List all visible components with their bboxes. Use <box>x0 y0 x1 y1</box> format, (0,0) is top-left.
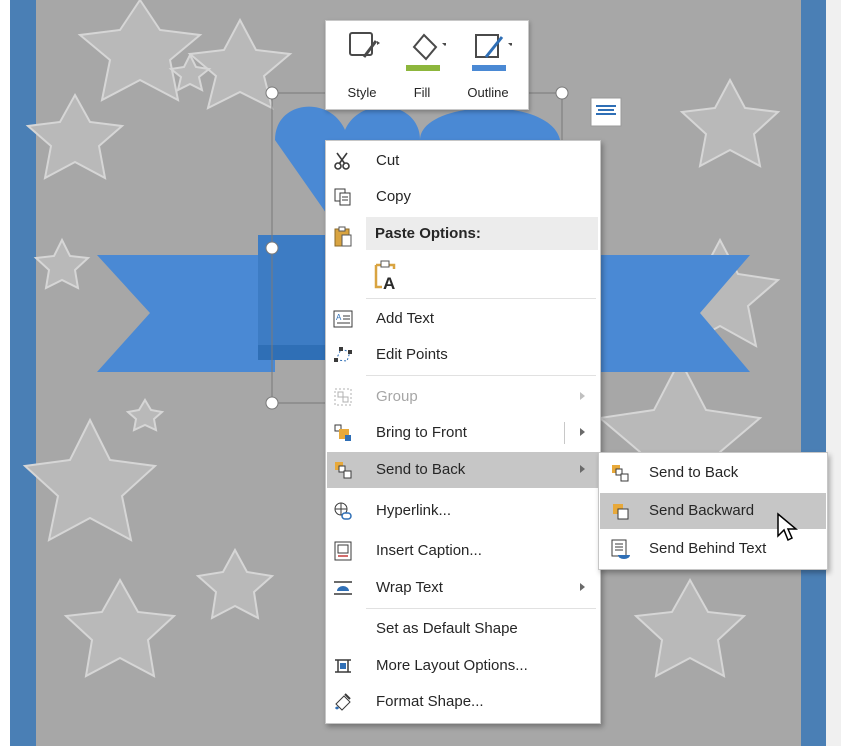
menu-item-bring-to-front[interactable]: Bring to Front <box>327 415 599 451</box>
document-canvas: Style Fill Outline Cut Copy Paste Option… <box>0 0 841 746</box>
mini-toolbar: Style Fill Outline <box>325 20 529 110</box>
send-behind-text-icon <box>611 539 630 559</box>
menu-item-set-default-shape[interactable]: Set as Default Shape <box>327 611 599 647</box>
layout-options-button <box>590 97 622 127</box>
selection-handle-bl <box>265 396 279 410</box>
menu-item-group[interactable]: Group <box>327 379 599 415</box>
menu-separator <box>366 375 596 376</box>
fill-label: Fill <box>413 85 431 100</box>
submenu-arrow-icon <box>580 392 585 400</box>
style-label: Style <box>347 85 377 100</box>
context-menu: Cut Copy Paste Options: A A Add Text Edi… <box>325 140 601 724</box>
fill-bucket-icon <box>406 33 446 71</box>
outline-label: Outline <box>467 85 509 100</box>
mouse-pointer-icon <box>777 512 798 542</box>
submenu-arrow-icon <box>580 428 585 436</box>
send-backward-label: Send Backward <box>649 502 755 519</box>
hyperlink-label: Hyperlink... <box>376 502 452 519</box>
paste-keep-text-only-button[interactable]: A <box>327 253 599 297</box>
shape-style-icon <box>349 32 380 58</box>
format-shape-icon <box>335 693 351 711</box>
split-divider <box>564 422 565 444</box>
layout-options-icon <box>335 659 351 673</box>
wrap-text-label: Wrap Text <box>376 579 443 596</box>
more-layout-options-label: More Layout Options... <box>376 657 528 674</box>
menu-item-cut[interactable]: Cut <box>327 143 599 179</box>
paste-options-header: Paste Options: <box>366 217 598 250</box>
ribbon-fold-shadow <box>258 345 328 360</box>
menu-separator <box>366 608 596 609</box>
caption-icon <box>334 541 352 561</box>
svg-text:A: A <box>383 274 395 291</box>
bring-to-front-label: Bring to Front <box>376 424 467 441</box>
format-shape-label: Format Shape... <box>376 693 484 710</box>
copy-label: Copy <box>376 188 412 205</box>
insert-caption-label: Insert Caption... <box>376 542 482 559</box>
submenu-send-to-back-label: Send to Back <box>649 464 739 481</box>
menu-separator <box>366 298 596 299</box>
add-text-label: Add Text <box>376 310 435 327</box>
shape-outline-icon <box>472 34 512 71</box>
menu-item-edit-points[interactable]: Edit Points <box>327 337 599 373</box>
paste-keep-text-icon: A <box>374 260 395 291</box>
submenu-arrow-icon <box>580 465 585 473</box>
copy-icon <box>334 188 351 206</box>
menu-item-format-shape[interactable]: Format Shape... <box>327 684 599 720</box>
paste-options-label: Paste Options: <box>375 225 481 242</box>
outline-button[interactable]: Outline <box>458 29 518 103</box>
menu-item-send-to-back[interactable]: Send to Back <box>327 452 599 488</box>
send-behind-text-label: Send Behind Text <box>649 540 767 557</box>
send-to-back-submenu: Send to Back Send Backward Send Behind T… <box>598 452 828 570</box>
clipboard-icon <box>334 226 352 247</box>
send-to-back-icon <box>612 465 629 482</box>
menu-item-wrap-text[interactable]: Wrap Text <box>327 570 599 606</box>
edit-points-icon <box>334 347 352 362</box>
wrap-text-icon <box>334 581 352 595</box>
send-to-back-icon <box>335 462 352 479</box>
scissors-icon <box>334 152 350 170</box>
send-to-back-label: Send to Back <box>376 461 466 478</box>
cut-label: Cut <box>376 152 400 169</box>
hyperlink-icon <box>334 502 352 520</box>
set-default-shape-label: Set as Default Shape <box>376 620 518 637</box>
ribbon-fold-left <box>258 235 328 360</box>
edit-points-label: Edit Points <box>376 346 448 363</box>
group-label: Group <box>376 388 418 405</box>
style-button[interactable]: Style <box>332 29 392 103</box>
menu-item-more-layout-options[interactable]: More Layout Options... <box>327 648 599 684</box>
svg-text:A: A <box>336 313 342 322</box>
send-backward-icon <box>613 504 629 520</box>
submenu-item-send-to-back[interactable]: Send to Back <box>600 455 826 491</box>
menu-item-add-text[interactable]: A Add Text <box>327 301 599 337</box>
menu-item-hyperlink[interactable]: Hyperlink... <box>327 493 599 529</box>
menu-item-insert-caption[interactable]: Insert Caption... <box>327 533 599 569</box>
add-text-icon: A <box>333 310 353 328</box>
selection-handle-ml <box>265 241 279 255</box>
selection-handle-tl <box>265 86 279 100</box>
submenu-arrow-icon <box>580 583 585 591</box>
bring-to-front-icon <box>334 424 351 441</box>
selection-handle-tr <box>555 86 569 100</box>
menu-item-copy[interactable]: Copy <box>327 179 599 215</box>
fill-button[interactable]: Fill <box>392 29 452 103</box>
group-icon <box>334 388 352 406</box>
